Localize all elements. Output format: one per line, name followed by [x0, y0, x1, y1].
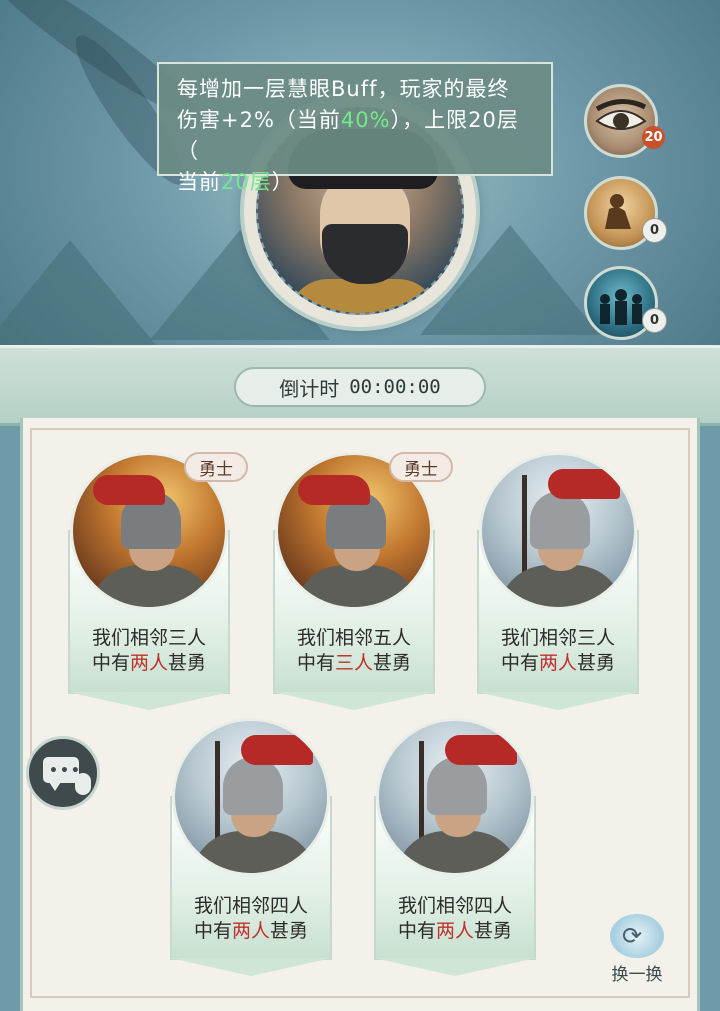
card-text-part: 中有: [296, 652, 335, 674]
mountain-decoration: [0, 240, 160, 350]
armor-shape: [89, 565, 215, 607]
character-card[interactable]: 我们相邻四人 中有两人甚勇: [374, 718, 536, 976]
card-text-part: 甚勇: [474, 920, 513, 942]
countdown-time: 00:00:00: [349, 376, 441, 398]
warrior-tag: 勇士: [389, 452, 453, 482]
plume-shape: [445, 735, 517, 765]
card-tip: [273, 692, 435, 710]
countdown-timer: 倒计时 00:00:00: [234, 367, 486, 407]
tooltip-text: ）: [271, 170, 294, 194]
card-tip: [170, 958, 332, 976]
card-highlight: 两人: [435, 920, 474, 942]
helmet-shape: [427, 757, 487, 815]
character-card[interactable]: 我们相邻三人 中有两人甚勇: [477, 452, 639, 710]
plume-shape: [241, 735, 313, 765]
card-text-part: 甚勇: [168, 652, 207, 674]
tooltip-text: 每增加一层慧眼Buff，玩家的最终: [177, 77, 510, 101]
character-card[interactable]: 勇士 我们相邻五人 中有三人甚勇: [273, 452, 453, 710]
character-card[interactable]: 勇士 我们相邻三人 中有两人甚勇: [68, 452, 248, 710]
eye-buff-count-badge: 20: [642, 126, 665, 149]
portrait-mask: [322, 224, 408, 284]
armor-shape: [294, 565, 420, 607]
portrait-collar: [288, 279, 438, 313]
card-description: 我们相邻三人 中有两人甚勇: [477, 626, 639, 676]
card-text-part: 中有: [500, 652, 539, 674]
card-text-part: 中有: [91, 652, 130, 674]
helmet-shape: [530, 491, 590, 549]
countdown-label: 倒计时: [279, 376, 340, 401]
chat-button[interactable]: •••: [26, 736, 100, 810]
card-tip: [68, 692, 230, 710]
plume-shape: [298, 475, 370, 505]
tooltip-current-damage: 40%: [340, 108, 391, 132]
card-line-1: 我们相邻四人: [397, 895, 512, 917]
card-line-2: 中有两人甚勇: [477, 651, 639, 676]
card-line-2: 中有两人甚勇: [170, 919, 332, 944]
soldier-avatar: [172, 718, 330, 876]
plume-shape: [548, 469, 620, 499]
buff-tooltip: 每增加一层慧眼Buff，玩家的最终 伤害+2%（当前40%），上限20层（ 当前…: [157, 62, 553, 194]
helmet-shape: [223, 757, 283, 815]
armor-shape: [395, 831, 521, 873]
card-highlight: 两人: [538, 652, 577, 674]
gourd-icon: [75, 773, 91, 795]
card-highlight: 两人: [231, 920, 270, 942]
card-text-part: 中有: [397, 920, 436, 942]
plume-shape: [93, 475, 165, 505]
soldier-avatar: [479, 452, 637, 610]
card-highlight: 三人: [334, 652, 373, 674]
tooltip-line-2: 伤害+2%（当前40%），上限20层（: [177, 105, 537, 167]
card-description: 我们相邻五人 中有三人甚勇: [273, 626, 435, 676]
refresh-icon: ⟳: [622, 922, 643, 950]
tooltip-current-stacks: 20层: [221, 170, 272, 194]
refresh-button[interactable]: ⟳ 换一换: [604, 914, 670, 986]
card-text-part: 甚勇: [373, 652, 412, 674]
card-line-1: 我们相邻三人: [500, 627, 615, 649]
crowd-buff-count-badge: 0: [642, 308, 667, 333]
card-text-part: 甚勇: [577, 652, 616, 674]
armor-shape: [498, 565, 624, 607]
refresh-label: 换一换: [611, 965, 663, 985]
card-description: 我们相邻四人 中有两人甚勇: [170, 894, 332, 944]
tooltip-line-1: 每增加一层慧眼Buff，玩家的最终: [177, 74, 537, 105]
armor-shape: [191, 831, 317, 873]
card-line-1: 我们相邻四人: [193, 895, 308, 917]
card-line-1: 我们相邻五人: [296, 627, 411, 649]
card-highlight: 两人: [129, 652, 168, 674]
character-card[interactable]: 我们相邻四人 中有两人甚勇: [170, 718, 332, 976]
tooltip-text: 当前: [177, 170, 221, 194]
card-text-part: 甚勇: [270, 920, 309, 942]
meditation-buff-count-badge: 0: [642, 218, 667, 243]
card-line-2: 中有三人甚勇: [273, 651, 435, 676]
card-text-part: 中有: [193, 920, 232, 942]
card-tip: [477, 692, 639, 710]
card-line-2: 中有两人甚勇: [68, 651, 230, 676]
card-description: 我们相邻四人 中有两人甚勇: [374, 894, 536, 944]
card-description: 我们相邻三人 中有两人甚勇: [68, 626, 230, 676]
warrior-tag: 勇士: [184, 452, 248, 482]
tooltip-text: 伤害+2%（当前: [177, 108, 341, 132]
card-tip: [374, 958, 536, 976]
soldier-avatar: [376, 718, 534, 876]
card-line-1: 我们相邻三人: [91, 627, 206, 649]
tooltip-line-3: 当前20层）: [177, 167, 537, 198]
card-line-2: 中有两人甚勇: [374, 919, 536, 944]
